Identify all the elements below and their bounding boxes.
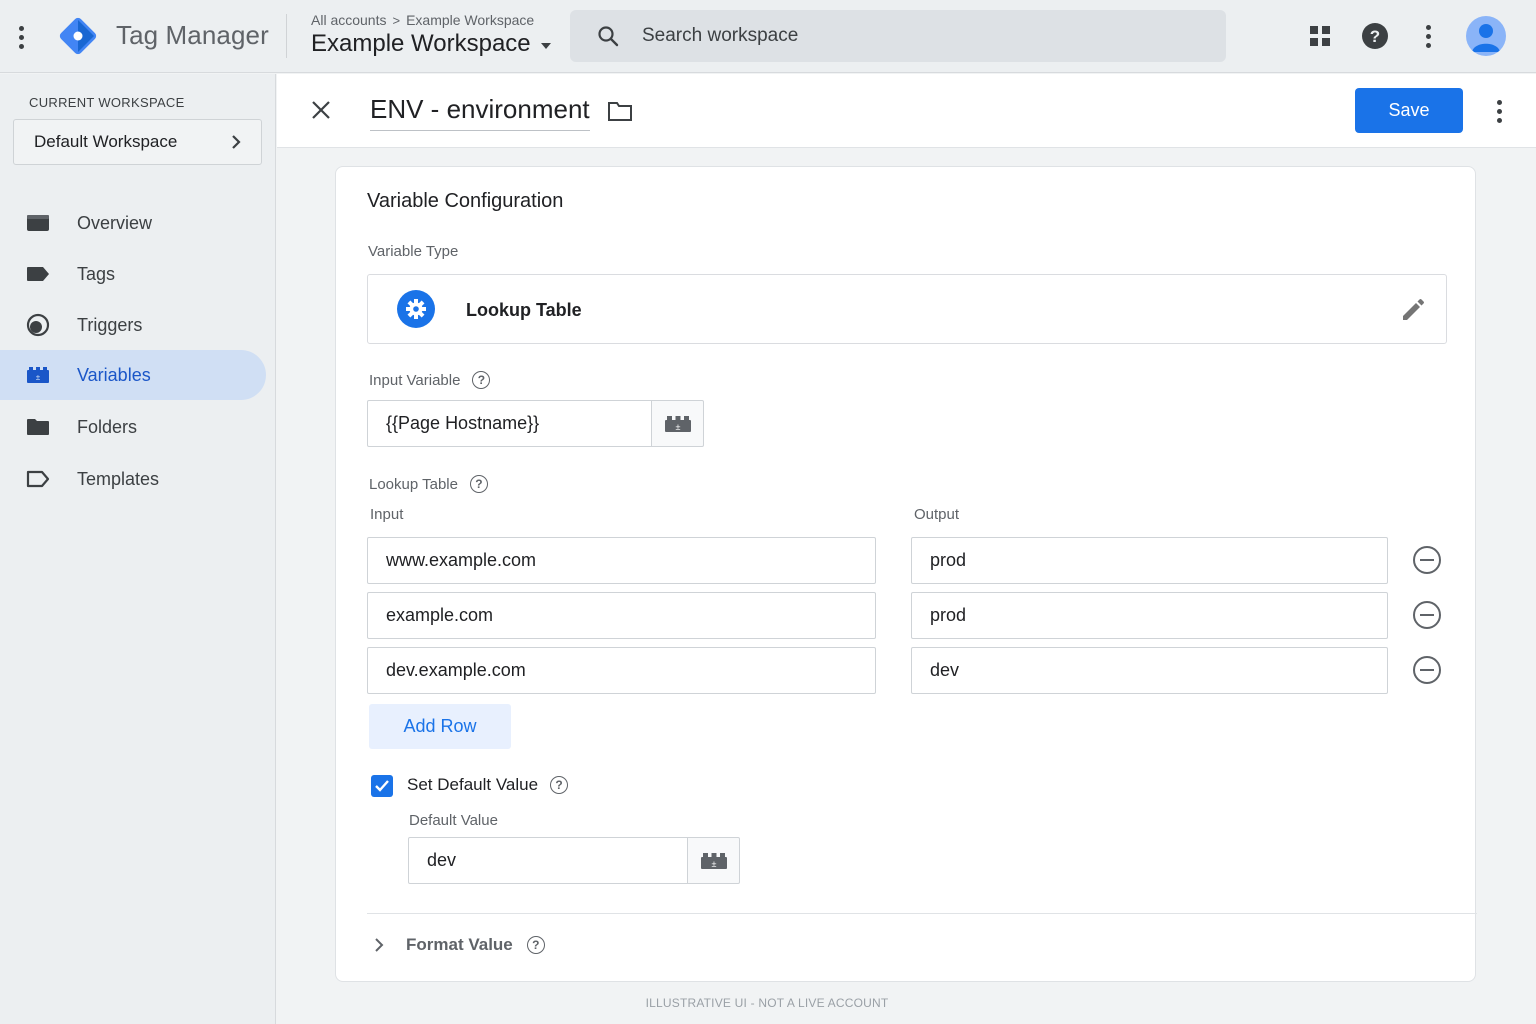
workspace-switcher[interactable]: Default Workspace <box>13 119 262 165</box>
template-icon <box>26 468 50 490</box>
workspace-title: Example Workspace <box>311 30 531 57</box>
gear-icon <box>397 290 435 328</box>
output-column-header: Output <box>914 506 960 523</box>
variable-picker-icon: ± <box>700 852 727 869</box>
set-default-label: Set Default Value ? <box>407 775 569 795</box>
search-bar[interactable]: Search workspace <box>570 10 1226 62</box>
help-icon[interactable]: ? <box>1359 20 1391 52</box>
input-variable-field[interactable]: {{Page Hostname}} <box>367 400 652 447</box>
tag-icon <box>26 263 50 285</box>
card-title: Variable Configuration <box>367 190 564 212</box>
folder-outline-icon[interactable] <box>607 99 633 123</box>
section-divider <box>367 913 1477 914</box>
remove-row-icon[interactable] <box>1412 600 1442 630</box>
breadcrumb: All accounts > Example Workspace <box>311 12 534 28</box>
format-value-toggle[interactable]: Format Value ? <box>374 935 545 955</box>
account-avatar[interactable] <box>1466 16 1506 56</box>
variable-type-name: Lookup Table <box>466 300 582 320</box>
overview-icon <box>26 212 50 234</box>
chevron-right-icon <box>375 938 384 952</box>
close-icon[interactable] <box>309 98 333 122</box>
set-default-checkbox[interactable] <box>371 775 393 797</box>
sidebar-item-label: Overview <box>77 212 153 233</box>
remove-row-icon[interactable] <box>1412 655 1442 685</box>
search-input[interactable]: Search workspace <box>642 25 798 47</box>
lookup-table-label: Lookup Table ? <box>369 475 488 493</box>
variable-type-selector[interactable]: Lookup Table <box>367 274 1447 344</box>
sidebar-item-overview[interactable]: Overview <box>0 198 266 248</box>
variable-name-input[interactable]: ENV - environment <box>370 94 590 131</box>
sidebar-item-triggers[interactable]: Triggers <box>0 300 266 350</box>
checkmark-icon <box>375 780 389 792</box>
input-column-header: Input <box>370 506 404 523</box>
lookup-output-field[interactable]: prod <box>911 592 1388 639</box>
default-value-field[interactable]: dev <box>408 837 688 884</box>
topbar-divider <box>286 14 287 58</box>
sidebar-item-label: Folders <box>77 416 138 437</box>
lookup-output-field[interactable]: dev <box>911 647 1388 694</box>
folder-icon <box>26 416 50 438</box>
sidebar: CURRENT WORKSPACE Default Workspace Over… <box>0 74 276 1024</box>
variable-picker-icon: ± <box>664 415 691 432</box>
workspace-selector[interactable]: Example Workspace <box>311 30 551 58</box>
pencil-icon[interactable] <box>1400 297 1426 323</box>
product-name: Tag Manager <box>116 20 269 50</box>
search-icon <box>598 26 619 47</box>
current-workspace-label: CURRENT WORKSPACE <box>29 95 185 110</box>
tag-manager-logo <box>59 17 97 55</box>
help-circle-icon[interactable]: ? <box>472 371 491 389</box>
sidebar-item-templates[interactable]: Templates <box>0 454 266 504</box>
lookup-input-field[interactable]: www.example.com <box>367 537 876 584</box>
sidebar-item-label: Variables <box>77 364 151 385</box>
trigger-icon <box>26 313 50 337</box>
default-value-label: Default Value <box>409 812 498 829</box>
lookup-output-field[interactable]: prod <box>911 537 1388 584</box>
variable-picker-button[interactable]: ± <box>652 400 704 447</box>
breadcrumb-container[interactable]: Example Workspace <box>406 12 534 28</box>
variable-configuration-card: Variable Configuration Variable Type Loo… <box>335 166 1477 982</box>
more-actions-icon[interactable] <box>1492 98 1506 124</box>
sidebar-item-label: Triggers <box>77 314 143 335</box>
sidebar-item-folders[interactable]: Folders <box>0 402 266 452</box>
help-circle-icon[interactable]: ? <box>526 936 545 954</box>
lookup-input-field[interactable]: example.com <box>367 592 876 639</box>
save-button[interactable]: Save <box>1355 88 1463 133</box>
lookup-input-field[interactable]: dev.example.com <box>367 647 876 694</box>
svg-text:±: ± <box>711 859 716 869</box>
sidebar-item-label: Tags <box>77 263 116 284</box>
remove-row-icon[interactable] <box>1412 545 1442 575</box>
breadcrumb-separator: > <box>392 12 401 28</box>
chevron-right-icon <box>232 135 241 149</box>
svg-text:?: ? <box>1370 27 1380 46</box>
variable-picker-button[interactable]: ± <box>688 837 740 884</box>
help-circle-icon[interactable]: ? <box>550 776 569 794</box>
input-variable-label: Input Variable ? <box>369 371 491 389</box>
sidebar-item-tags[interactable]: Tags <box>0 249 266 299</box>
main-menu-button[interactable] <box>12 22 30 52</box>
apps-grid-icon[interactable] <box>1304 20 1336 52</box>
svg-text:±: ± <box>36 373 41 382</box>
workspace-name: Default Workspace <box>34 132 178 151</box>
add-row-button[interactable]: Add Row <box>369 704 511 749</box>
variable-type-label: Variable Type <box>368 243 459 260</box>
caret-down-icon <box>540 42 551 49</box>
breadcrumb-all-accounts[interactable]: All accounts <box>311 12 386 28</box>
editor-header: ENV - environment Save <box>277 74 1536 148</box>
svg-text:±: ± <box>675 422 680 432</box>
sidebar-item-label: Templates <box>77 468 160 489</box>
footer-note: ILLUSTRATIVE UI - NOT A LIVE ACCOUNT <box>645 996 889 1010</box>
more-options-icon[interactable] <box>1412 20 1444 52</box>
help-circle-icon[interactable]: ? <box>469 475 488 493</box>
format-value-label: Format Value <box>406 935 513 954</box>
sidebar-item-variables[interactable]: ± Variables <box>0 350 266 400</box>
top-app-bar: Tag Manager All accounts > Example Works… <box>0 0 1536 73</box>
variables-icon: ± <box>26 364 50 386</box>
